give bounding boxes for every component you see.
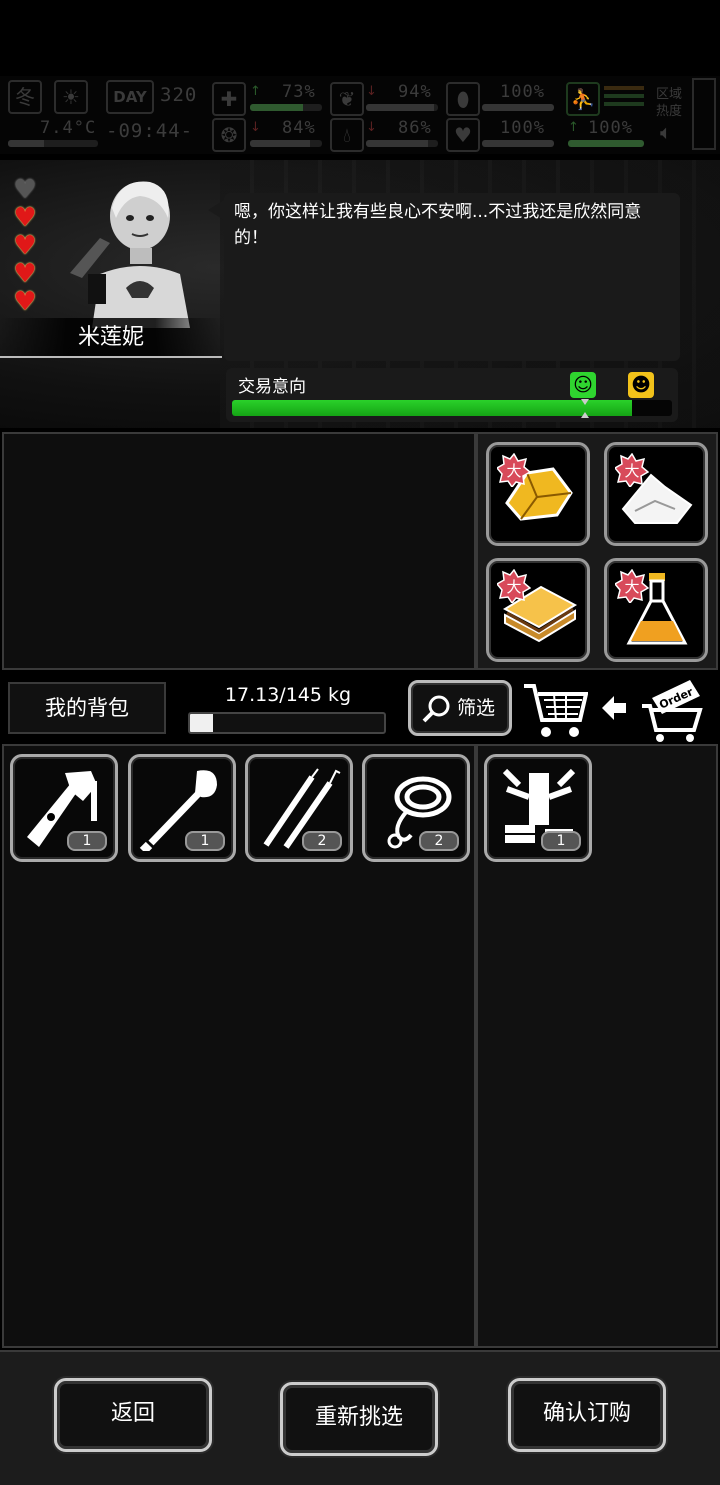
stomach-icon: ❦ [330,82,364,116]
svg-text:大: 大 [506,462,521,480]
trade-marker-bottom [581,412,589,418]
heart-filled-icon: ♥ [13,259,37,289]
hunger-down-arrow-icon: ↓ [366,84,377,99]
item-quantity: 1 [541,831,581,851]
hunger-value: 94% [398,82,432,102]
energy-stripe-2 [604,94,644,98]
big-badge-icon: 大 [615,453,649,487]
trade-intent-bar [232,400,672,416]
category-slot-gold[interactable]: 大 [486,442,590,546]
category-slot-food[interactable]: 大 [486,558,590,662]
weight-bar [188,712,386,734]
order-categories: 大 大 大 大 [476,432,718,670]
my-backpack-tab[interactable]: 我的背包 [8,682,166,734]
vitality-value: 100% [500,118,545,138]
sun-icon: ☀ [54,80,88,114]
stamina-value: 100% [500,82,545,102]
order-cart-icon[interactable]: Order [638,676,708,742]
confirm-order-button[interactable]: 确认订购 [508,1378,666,1452]
svg-text:大: 大 [506,578,521,596]
vitality-bar [482,140,554,147]
energy-value: 100% [588,118,633,138]
energy-stripe-3 [604,102,644,106]
category-slot-salt[interactable]: 大 [604,442,708,546]
svg-text:大: 大 [624,578,639,596]
item-quantity: 1 [185,831,225,851]
footer-bar: 返回 重新挑选 确认订购 [0,1350,720,1485]
health-up-arrow-icon: ↑ [250,84,261,99]
season-label: 冬 [15,85,35,109]
reselect-button[interactable]: 重新挑选 [280,1382,438,1456]
heart-icon: ♥ [446,118,480,152]
selected-item-weapon-parts[interactable]: 1 [484,754,592,862]
mood-value: 84% [282,118,316,138]
shopping-cart-icon[interactable] [522,680,588,740]
mood-bar [250,140,322,147]
heart-filled-icon: ♥ [13,203,37,233]
heart-filled-icon: ♥ [13,287,37,317]
speaker-icon[interactable]: 🔈︎ [660,120,672,144]
energy-stripe-1 [604,86,644,90]
affection-hearts: ♥ ♥ ♥ ♥ ♥ [10,175,42,318]
temperature-value: 7.4°C [40,118,97,138]
health-value: 73% [282,82,316,102]
medkit-icon: ✚ [212,82,246,116]
npc-portrait [70,181,190,328]
happy-face-icon: ☺ [570,372,596,398]
grin-face-icon: ☻ [628,372,654,398]
brain-icon: ❂ [212,118,246,152]
heart-filled-icon: ♥ [13,231,37,261]
npc-name: 米莲妮 [0,318,222,358]
dialog-tail [208,200,224,220]
trade-intent-label: 交易意向 [238,377,306,397]
trade-intent-fill [232,400,633,416]
left-arrow-icon [602,696,626,720]
bag-item-shovel[interactable]: 1 [128,754,236,862]
health-bar [250,104,322,111]
thirst-bar [366,140,438,147]
heat-gauge [692,78,716,150]
backpack-grid: 1 1 2 2 [2,744,476,1348]
bag-item-multitool[interactable]: 1 [10,754,118,862]
item-quantity: 2 [419,831,459,851]
game-time: -09:44- [106,120,194,142]
bag-item-rope[interactable]: 2 [362,754,470,862]
status-bar: 冬 ☀ 7.4°C DAY 320 -09:44- ✚ ↑ 73% ❂ ↓ 84… [0,76,720,154]
item-quantity: 1 [67,831,107,851]
item-quantity: 2 [302,831,342,851]
water-drop-icon: 💧︎ [330,118,364,152]
big-badge-icon: 大 [497,569,531,603]
energy-bar [568,140,644,147]
category-slot-chemical[interactable]: 大 [604,558,708,662]
big-badge-icon: 大 [615,569,649,603]
energy-up-arrow-icon: ↑ [568,120,579,135]
back-button[interactable]: 返回 [54,1378,212,1452]
selected-items-grid: 1 [476,744,718,1348]
hunger-bar [366,104,438,111]
svg-text:大: 大 [624,462,639,480]
season-icon: 冬 [8,80,42,114]
filter-button[interactable]: 筛选 [408,680,512,736]
temperature-bar [8,140,98,147]
pill-icon: ⬮ [446,82,480,116]
thirst-down-arrow-icon: ↓ [366,120,377,135]
trade-intent-panel: 交易意向 ☺ ☻ [226,368,678,422]
weight-value: 17.13/145 kg [224,684,352,706]
big-badge-icon: 大 [497,453,531,487]
runner-icon: ⛹ [566,82,600,116]
weight-fill [190,714,213,732]
filter-label: 筛选 [457,697,496,719]
trade-marker-top [581,399,589,405]
mood-down-arrow-icon: ↓ [250,120,261,135]
npc-dialog: 嗯，你这样让我有些良心不安啊...不过我还是欣然同意的！ [224,193,680,361]
bag-item-lockpick[interactable]: 2 [245,754,353,862]
day-number: 320 [160,84,198,106]
thirst-value: 86% [398,118,432,138]
heart-empty-icon: ♥ [13,175,37,205]
day-icon: DAY [106,80,154,114]
order-drop-area[interactable] [2,432,476,670]
search-icon [422,695,450,723]
area-heat-label: 区域 热度 [656,87,683,119]
stamina-bar [482,104,554,111]
